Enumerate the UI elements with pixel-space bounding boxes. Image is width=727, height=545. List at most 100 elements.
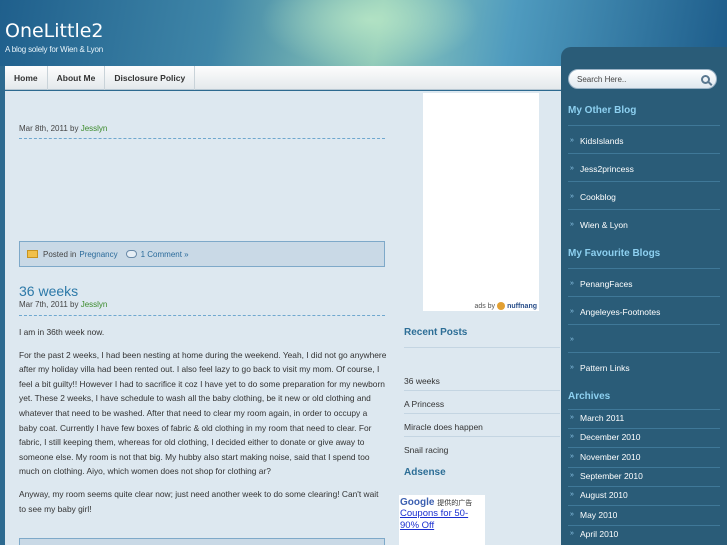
favourite-blogs-heading: My Favourite Blogs <box>568 248 661 259</box>
divider <box>568 447 720 448</box>
recent-post-link[interactable]: Miracle does happen <box>404 422 483 432</box>
favourite-blog-link[interactable]: Pattern Links <box>580 363 630 373</box>
divider <box>19 315 385 316</box>
adsense-heading: Adsense <box>404 467 446 478</box>
other-blog-link[interactable]: KidsIslands <box>580 136 623 146</box>
post-paragraph: Anyway, my room seems quite clear now; j… <box>19 488 379 514</box>
divider <box>404 413 560 414</box>
divider <box>404 347 560 348</box>
other-blog-link[interactable]: Cookblog <box>580 192 616 202</box>
bullet-icon: » <box>570 308 574 315</box>
archive-link[interactable]: April 2010 <box>580 529 618 539</box>
archive-link[interactable]: August 2010 <box>580 490 628 500</box>
bullet-icon: » <box>570 165 574 172</box>
divider <box>568 486 720 487</box>
bullet-icon: » <box>570 221 574 228</box>
post-meta: Mar 7th, 2011 by Jesslyn <box>19 300 107 309</box>
search-placeholder: Search Here.. <box>577 75 627 84</box>
nuffnang-logo-icon <box>497 302 506 310</box>
post-footer <box>19 538 385 545</box>
post-paragraph: For the past 2 weeks, I had been nesting… <box>19 349 387 477</box>
archives-heading: Archives <box>568 391 611 402</box>
site-title[interactable]: OneLittle2 <box>5 20 104 42</box>
bullet-icon: » <box>570 433 574 440</box>
bullet-icon: » <box>570 491 574 498</box>
recent-post-link[interactable]: A Princess <box>404 399 444 409</box>
post-footer: Posted in Pregnancy 1 Comment » <box>19 241 385 267</box>
post-by: by <box>70 300 79 309</box>
post-author-link[interactable]: Jesslyn <box>81 124 108 133</box>
nav-home[interactable]: Home <box>5 66 48 90</box>
recent-posts-heading: Recent Posts <box>404 327 468 338</box>
divider <box>568 153 720 154</box>
archive-link[interactable]: December 2010 <box>580 432 640 442</box>
archive-link[interactable]: November 2010 <box>580 452 640 462</box>
post-author-link[interactable]: Jesslyn <box>81 300 108 309</box>
ad-link[interactable]: Coupons for 50- <box>400 508 484 520</box>
bullet-icon: » <box>570 336 574 343</box>
bullet-icon: » <box>570 137 574 144</box>
search-icon[interactable] <box>701 75 710 84</box>
divider <box>568 181 720 182</box>
post-date: Mar 8th, 2011 <box>19 124 68 133</box>
favourite-blog-link[interactable]: Angeleyes-Footnotes <box>580 307 660 317</box>
bullet-icon: » <box>570 511 574 518</box>
divider <box>568 467 720 468</box>
main-content: Mar 8th, 2011 by Jesslyn Posted in Pregn… <box>5 91 561 545</box>
archive-link[interactable]: March 2011 <box>580 413 624 423</box>
nav-about-me[interactable]: About Me <box>48 66 106 90</box>
ads-by-label: ads by <box>474 302 496 310</box>
divider <box>568 525 720 526</box>
divider <box>404 436 560 437</box>
post-by: by <box>70 124 79 133</box>
divider <box>19 138 385 139</box>
header-glow <box>260 0 480 66</box>
google-ad-suffix: 提供的广告 <box>437 500 473 507</box>
post-paragraph: I am in 36th week now. <box>19 327 105 337</box>
post-body: I am in 36th week now. For the past 2 we… <box>19 325 387 524</box>
divider <box>568 428 720 429</box>
other-blog-link[interactable]: Wien & Lyon <box>580 220 628 230</box>
bullet-icon: » <box>570 280 574 287</box>
divider <box>568 296 720 297</box>
archive-link[interactable]: September 2010 <box>580 471 643 481</box>
google-logo: Google <box>400 497 435 508</box>
sidebar: Search Here.. My Other Blog » KidsIsland… <box>561 47 727 545</box>
recent-post-link[interactable]: 36 weeks <box>404 376 440 386</box>
recent-post-link[interactable]: Snail racing <box>404 445 448 455</box>
divider <box>568 409 720 410</box>
divider <box>568 505 720 506</box>
search-input[interactable]: Search Here.. <box>568 69 717 89</box>
bullet-icon: » <box>570 472 574 479</box>
top-nav: Home About Me Disclosure Policy <box>5 66 561 90</box>
posted-in-label: Posted in <box>43 249 77 259</box>
favourite-blog-link[interactable]: PenangFaces <box>580 279 632 289</box>
post-date: Mar 7th, 2011 <box>19 300 68 309</box>
archive-link[interactable]: May 2010 <box>580 510 617 520</box>
folder-icon <box>27 250 38 258</box>
site-tagline: A blog solely for Wien & Lyon <box>5 45 103 54</box>
category-link[interactable]: Pregnancy <box>79 250 117 259</box>
bullet-icon: » <box>570 193 574 200</box>
bullet-icon: » <box>570 364 574 371</box>
divider <box>404 390 560 391</box>
bullet-icon: » <box>570 414 574 421</box>
divider <box>568 324 720 325</box>
post-title[interactable]: 36 weeks <box>19 283 78 299</box>
ad-credit[interactable]: ads by nuffnang <box>474 302 537 310</box>
bullet-icon: » <box>570 530 574 537</box>
divider <box>568 209 720 210</box>
nuffnang-brand: nuffnang <box>507 302 537 310</box>
bullet-icon: » <box>570 453 574 460</box>
comment-icon <box>125 250 137 258</box>
post-meta: Mar 8th, 2011 by Jesslyn <box>19 124 107 133</box>
divider <box>568 352 720 353</box>
nuffnang-ad[interactable]: ads by nuffnang <box>423 93 539 311</box>
nav-disclosure-policy[interactable]: Disclosure Policy <box>105 66 196 90</box>
ad-link[interactable]: 90% Off <box>400 520 484 532</box>
divider <box>568 125 720 126</box>
divider <box>568 268 720 269</box>
other-blog-link[interactable]: Jess2princess <box>580 164 634 174</box>
comments-link[interactable]: 1 Comment » <box>141 250 189 259</box>
google-ad: Google 提供的广告 Coupons for 50- 90% Off <box>399 495 485 545</box>
